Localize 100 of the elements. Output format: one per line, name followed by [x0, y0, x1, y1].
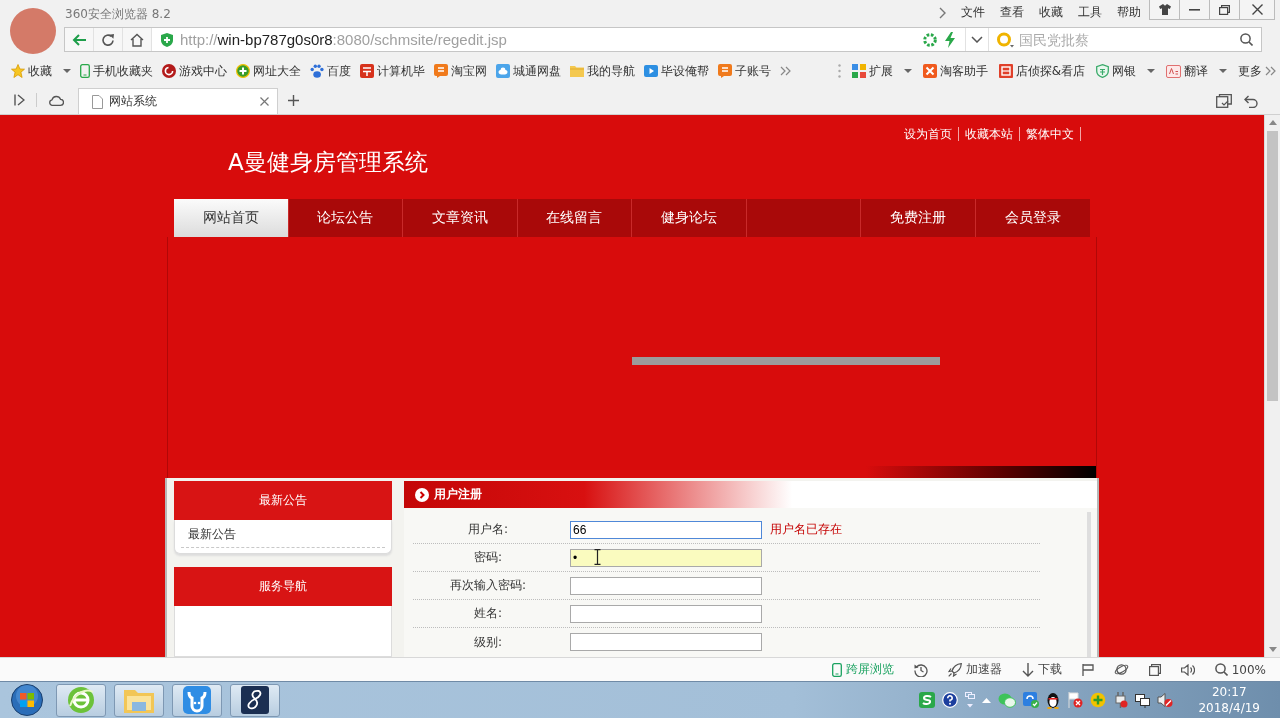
undo-icon[interactable] — [1244, 94, 1258, 108]
input-field[interactable] — [570, 604, 762, 623]
field-label: 再次输入密码: — [448, 577, 527, 594]
lightning-icon[interactable] — [945, 31, 955, 48]
back-arrow-icon[interactable] — [71, 32, 87, 47]
speaker-muted-icon[interactable] — [1157, 692, 1174, 708]
window-icon[interactable] — [1148, 663, 1161, 676]
menu-item[interactable]: 帮助 — [1117, 4, 1141, 21]
input-field[interactable]: 66 — [570, 520, 762, 539]
reload-icon[interactable] — [101, 32, 115, 47]
windows-stack-icon[interactable] — [1216, 94, 1232, 108]
shirt-icon[interactable] — [1158, 4, 1171, 15]
caret-icon[interactable] — [903, 69, 912, 73]
zoom-level[interactable]: 100% — [1214, 662, 1266, 677]
ring-icon[interactable] — [923, 32, 937, 47]
bookmark-item[interactable]: 毕设俺帮 — [644, 62, 709, 80]
top-link[interactable]: 繁体中文 — [1020, 127, 1081, 141]
close-icon[interactable] — [260, 97, 269, 106]
bookmark-item[interactable]: 更多 — [1238, 62, 1276, 80]
input-field[interactable] — [570, 633, 762, 651]
nav-item[interactable]: 免费注册 — [861, 199, 976, 237]
status-button[interactable]: 下载 — [1021, 661, 1062, 678]
plus-icon[interactable] — [288, 95, 299, 106]
taskbar-button[interactable] — [230, 683, 280, 717]
bookmark-item[interactable]: 网址大全 — [236, 62, 301, 80]
minimize-icon[interactable] — [1189, 8, 1200, 11]
sidebar-heading: 最新公告 — [174, 481, 392, 520]
caret-icon[interactable] — [1219, 69, 1227, 73]
flag-icon[interactable] — [1081, 663, 1094, 676]
search-icon[interactable] — [1240, 33, 1253, 46]
orbit-ring-icon[interactable] — [1113, 663, 1129, 676]
nav-item[interactable]: 会员登录 — [975, 199, 1090, 237]
scrollbar[interactable] — [1264, 115, 1280, 657]
maximize-icon[interactable] — [1219, 4, 1230, 15]
menu-item[interactable]: 工具 — [1078, 4, 1102, 21]
bookmark-item[interactable]: 手机收藏夹 — [80, 62, 153, 80]
top-link[interactable]: 收藏本站 — [959, 127, 1020, 141]
double-chevron-icon[interactable] — [780, 66, 791, 76]
sidebar-heading: 服务导航 — [174, 567, 392, 606]
caret-icon[interactable] — [63, 69, 71, 73]
bookmark-item[interactable]: 计算机毕 — [360, 62, 425, 80]
clock-time: 20:17 — [1211, 684, 1247, 700]
bookmark-item[interactable]: 翻译 — [1166, 62, 1227, 80]
history-icon[interactable] — [913, 662, 928, 677]
speaker-icon[interactable] — [1180, 663, 1195, 676]
start-orb-icon[interactable] — [11, 684, 43, 716]
site-title: A曼健身房管理系统 — [228, 148, 428, 177]
sync-tile-icon[interactable] — [1023, 692, 1040, 708]
bookmark-item[interactable]: 百度 — [310, 62, 351, 80]
bookmark-item[interactable]: 游戏中心 — [162, 62, 227, 80]
browser-tab[interactable]: 网站系统 — [78, 88, 278, 114]
nav-item[interactable]: 健身论坛 — [632, 199, 747, 237]
caret-icon[interactable] — [1147, 69, 1155, 73]
sidebar-toggle-icon[interactable] — [14, 94, 25, 106]
search-field[interactable]: 国民党批蔡 — [1019, 30, 1234, 49]
bookmark-item[interactable]: 店侦探&看店 — [998, 62, 1085, 80]
flag-x-icon[interactable] — [1067, 692, 1084, 708]
penguin-icon[interactable] — [1046, 691, 1061, 709]
cloud-icon[interactable] — [48, 95, 64, 106]
avatar[interactable] — [10, 8, 56, 54]
nav-item[interactable]: 文章资讯 — [403, 199, 518, 237]
input-field[interactable]: • — [570, 548, 762, 567]
scroll-up-icon[interactable] — [1268, 120, 1277, 125]
menu-item[interactable]: 文件 — [961, 4, 985, 21]
help-icon[interactable] — [942, 692, 959, 708]
menu-item[interactable]: 查看 — [1000, 4, 1024, 21]
status-button[interactable]: 加速器 — [947, 661, 1002, 678]
scroll-thumb[interactable] — [1267, 131, 1278, 401]
app-tile-icon[interactable] — [919, 692, 936, 708]
double-chevron-icon[interactable] — [1265, 66, 1276, 76]
menu-item[interactable]: 收藏 — [1039, 4, 1063, 21]
nav-item[interactable]: 论坛公告 — [288, 199, 403, 237]
form-title: 用户注册 — [434, 486, 482, 503]
bookmark-item[interactable]: 淘宝网 — [434, 62, 487, 80]
bookmark-item[interactable]: 扩展 — [851, 62, 912, 80]
play-screen-icon — [644, 65, 658, 77]
browser-e-icon — [67, 686, 95, 714]
network-icon[interactable] — [1135, 692, 1151, 708]
nav-item[interactable]: 在线留言 — [517, 199, 632, 237]
scroll-down-icon[interactable] — [1268, 647, 1277, 652]
close-icon[interactable] — [1251, 4, 1263, 15]
input-field[interactable] — [570, 576, 762, 595]
text-tile-icon — [1166, 64, 1181, 78]
bookmark-item[interactable]: 子账号 — [718, 62, 771, 80]
chevron-right-icon[interactable] — [939, 6, 946, 19]
search-icon[interactable] — [1214, 663, 1228, 676]
bookmark-item[interactable]: 我的导航 — [570, 62, 635, 80]
download-icon — [1021, 662, 1034, 677]
chevron-circle-icon — [415, 487, 429, 502]
bookmark-item[interactable]: 网银 — [1096, 62, 1155, 80]
nav-item[interactable]: 网站首页 — [174, 199, 289, 237]
plug-icon[interactable] — [1113, 692, 1129, 708]
bookmark-item[interactable]: 城通网盘 — [496, 62, 561, 80]
bookmark-item[interactable]: 收藏 — [11, 62, 71, 80]
bookmark-item[interactable]: 淘客助手 — [922, 62, 988, 80]
top-link[interactable]: 设为首页 — [898, 127, 959, 141]
url-field[interactable]: http://win-bp787g0s0r8:8080/schmsite/regedit.jsp — [152, 28, 965, 51]
home-icon[interactable] — [130, 32, 144, 47]
sidebar-item[interactable]: 最新公告 — [181, 520, 385, 548]
chevron-down-icon[interactable] — [971, 36, 983, 43]
